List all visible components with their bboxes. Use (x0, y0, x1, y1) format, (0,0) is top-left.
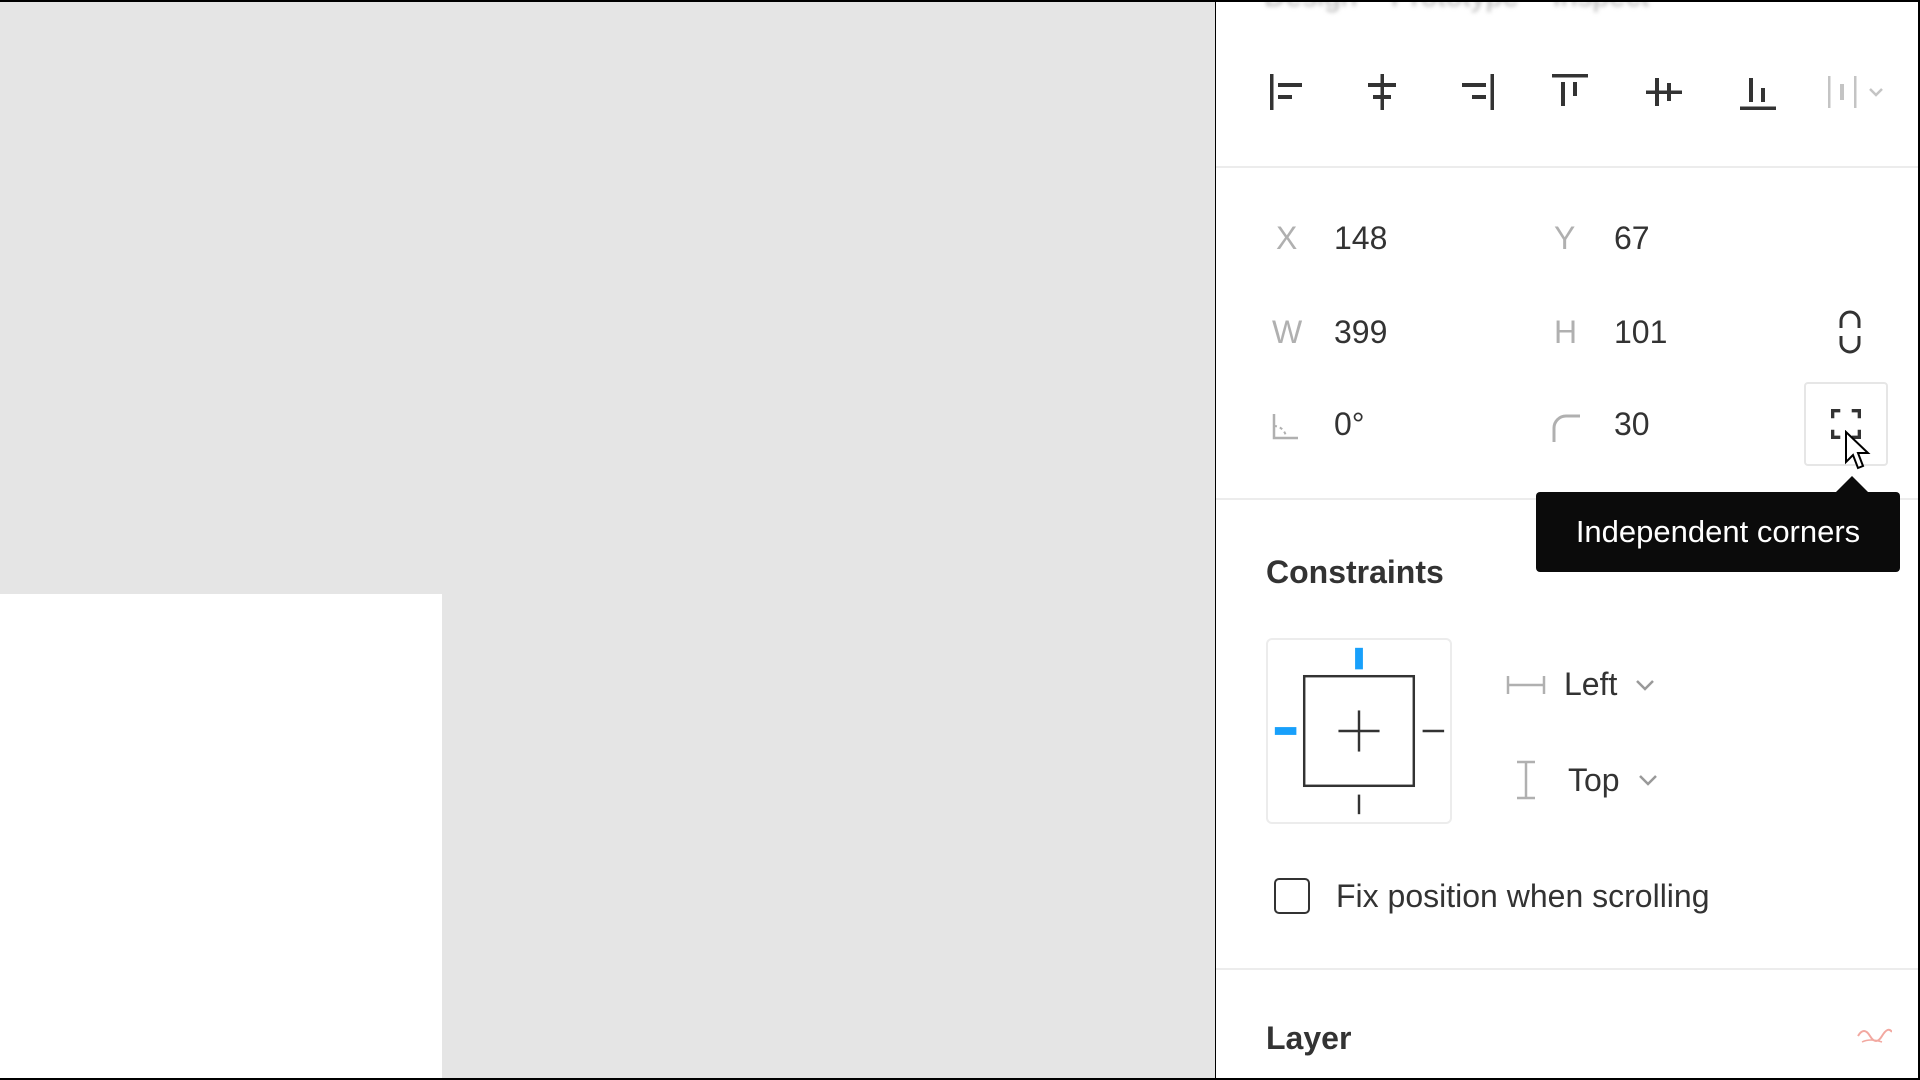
divider (1216, 166, 1918, 168)
horizontal-constraint-icon (1506, 675, 1546, 694)
y-input[interactable]: 67 (1614, 220, 1650, 257)
corner-radius-icon (1550, 412, 1582, 444)
constrain-proportions-icon[interactable] (1830, 308, 1870, 356)
y-label: Y (1554, 220, 1576, 256)
align-horizontal-center-icon[interactable] (1358, 68, 1406, 116)
h-label: H (1554, 314, 1578, 350)
layer-title: Layer (1266, 1020, 1352, 1056)
constraints-widget[interactable] (1266, 638, 1452, 824)
fix-position-checkbox[interactable] (1274, 878, 1310, 914)
x-input[interactable]: 148 (1334, 220, 1387, 257)
tooltip-arrow (1836, 476, 1868, 492)
align-bottom-icon[interactable] (1734, 68, 1782, 116)
horizontal-constraint-value: Left (1564, 666, 1618, 702)
white-frame[interactable] (0, 594, 442, 1078)
watermark-logo (1857, 1028, 1892, 1043)
horizontal-constraint-dropdown[interactable]: Left (1506, 666, 1655, 703)
constraints-title: Constraints (1266, 554, 1444, 590)
height-input[interactable]: 101 (1614, 314, 1667, 351)
design-canvas[interactable] (0, 2, 1215, 1078)
mouse-cursor-icon (1845, 430, 1871, 470)
rotation-icon (1270, 410, 1302, 442)
width-input[interactable]: 399 (1334, 314, 1387, 351)
vertical-constraint-dropdown[interactable]: Top (1514, 760, 1658, 800)
vertical-constraint-value: Top (1568, 761, 1620, 798)
fix-position-label: Fix position when scrolling (1336, 878, 1710, 914)
align-left-icon[interactable] (1264, 68, 1312, 116)
constraint-left-active[interactable] (1274, 727, 1297, 735)
chevron-down-icon (1638, 775, 1657, 786)
panel-tabs-cropped: Design Prototype Inspect (1264, 2, 1649, 14)
tooltip: Independent corners (1536, 492, 1900, 572)
align-vertical-center-icon[interactable] (1640, 68, 1688, 116)
corner-radius-input[interactable]: 30 (1614, 406, 1650, 443)
divider (1216, 968, 1918, 970)
vertical-constraint-icon (1517, 760, 1535, 800)
distribute-icon[interactable] (1820, 68, 1890, 116)
w-label: W (1272, 314, 1303, 350)
align-right-icon[interactable] (1452, 68, 1500, 116)
x-label: X (1276, 220, 1298, 256)
rotation-input[interactable]: 0° (1334, 406, 1365, 443)
constraint-top-active[interactable] (1355, 647, 1363, 670)
chevron-down-icon (1636, 679, 1655, 691)
align-top-icon[interactable] (1546, 68, 1594, 116)
